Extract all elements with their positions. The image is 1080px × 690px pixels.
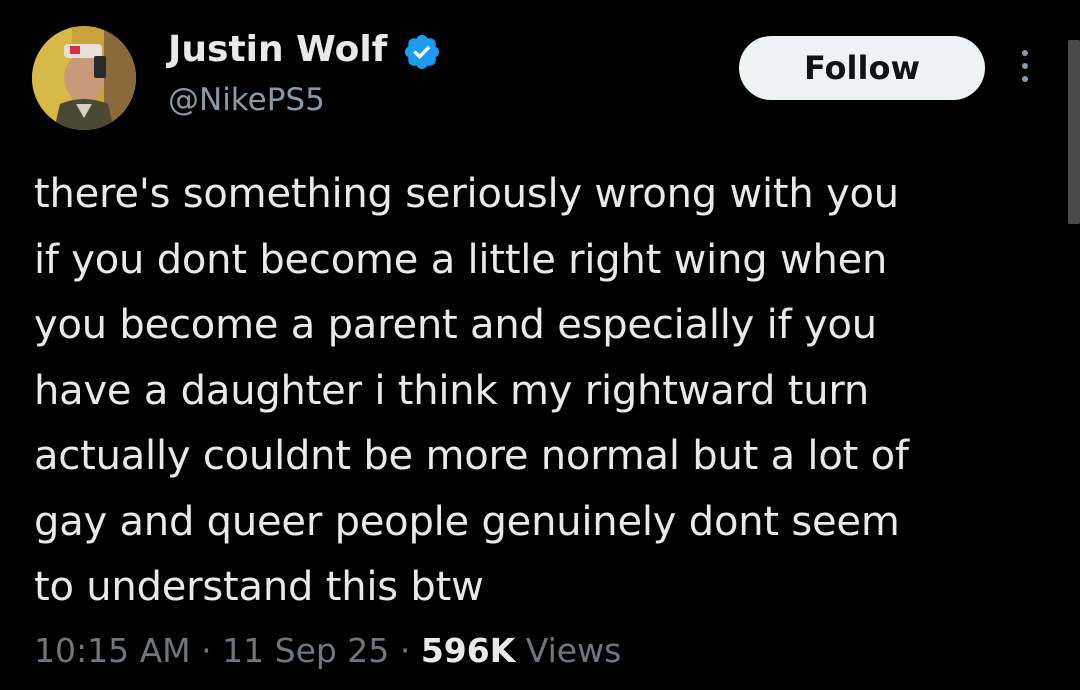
tweet-text: there's something seriously wrong with y…	[34, 162, 1034, 621]
author-handle[interactable]: @NikePS5	[168, 80, 325, 120]
more-vertical-icon[interactable]	[1010, 44, 1040, 88]
tweet-text-line: if you dont become a little right wing w…	[34, 236, 888, 283]
verified-badge-icon	[404, 34, 440, 70]
meta-separator: ·	[399, 631, 411, 670]
more-dot	[1022, 76, 1028, 82]
display-name[interactable]: Justin Wolf	[168, 28, 387, 72]
avatar[interactable]	[32, 26, 136, 130]
tweet-text-line: actually couldnt be more normal but a lo…	[34, 433, 909, 479]
follow-button[interactable]: Follow	[739, 36, 985, 100]
views-count[interactable]: 596K	[421, 631, 515, 670]
tweet-time[interactable]: 10:15 AM	[34, 631, 191, 670]
avatar-image	[32, 26, 136, 130]
tweet-meta: 10:15 AM · 11 Sep 25 · 596K Views	[34, 628, 621, 674]
tweet-card: Justin Wolf @NikePS5 Follow there's some…	[0, 0, 1080, 690]
meta-separator: ·	[201, 631, 212, 670]
more-dot	[1022, 63, 1028, 69]
views-label: Views	[525, 631, 622, 670]
tweet-date[interactable]: 11 Sep 25	[222, 631, 389, 670]
tweet-text-line: to understand this btw	[34, 564, 484, 610]
tweet-text-line: you become a parent and especially if yo…	[34, 302, 877, 348]
tweet-text-line: have a daughter i think my rightward tur…	[34, 367, 870, 414]
more-dot	[1022, 50, 1028, 56]
tweet-text-line: there's something seriously wrong with y…	[34, 171, 899, 217]
scrollbar[interactable]	[1068, 40, 1080, 224]
tweet-text-line: gay and queer people genuinely dont seem	[34, 498, 900, 545]
